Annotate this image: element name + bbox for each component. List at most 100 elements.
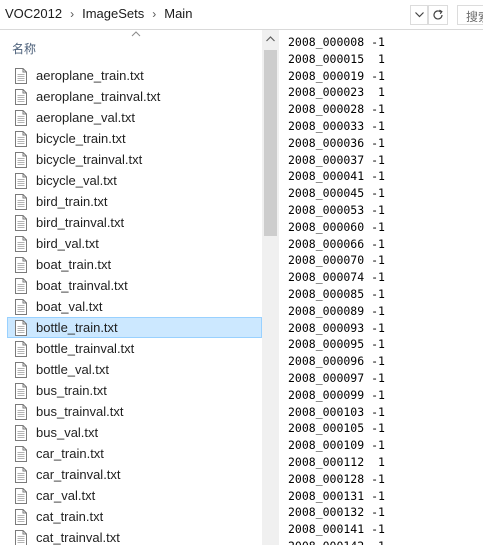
preview-text: 2008_000008 -1 2008_000015 1 2008_000019 -… — [288, 34, 385, 545]
file-name: boat_val.txt — [36, 299, 103, 314]
file-list-item[interactable]: car_trainval.txt — [7, 464, 262, 485]
file-name: car_val.txt — [36, 488, 96, 503]
preview-line: 2008_000096 -1 — [288, 354, 385, 369]
preview-line: 2008_000103 -1 — [288, 404, 385, 419]
preview-line: 2008_000112 1 — [288, 454, 385, 469]
preview-pane: 2008_000008 -1 2008_000015 1 2008_000019 -… — [279, 30, 483, 545]
file-name: bird_trainval.txt — [36, 215, 125, 230]
file-list-item[interactable]: bottle_train.txt — [7, 317, 262, 338]
breadcrumb-separator-icon[interactable]: › — [70, 7, 74, 21]
file-list-item[interactable]: aeroplane_train.txt — [7, 65, 262, 86]
preview-line: 2008_000097 -1 — [288, 370, 385, 385]
preview-line: 2008_000070 -1 — [288, 253, 385, 268]
text-file-icon — [15, 466, 27, 483]
breadcrumb-item-main[interactable]: Main — [163, 6, 193, 21]
sort-up-icon — [131, 31, 141, 37]
preview-line: 2008_000099 -1 — [288, 387, 385, 402]
file-list-item[interactable]: bottle_trainval.txt — [7, 338, 262, 359]
preview-line: 2008_000095 -1 — [288, 337, 385, 352]
address-dropdown-button[interactable] — [410, 5, 428, 25]
preview-line: 2008_000053 -1 — [288, 202, 385, 217]
file-name: bird_val.txt — [36, 236, 99, 251]
preview-line: 2008_000131 -1 — [288, 488, 385, 503]
file-name: bottle_train.txt — [36, 320, 118, 335]
preview-line: 2008_000060 -1 — [288, 219, 385, 234]
text-file-icon — [15, 445, 27, 462]
file-list-item[interactable]: car_train.txt — [7, 443, 262, 464]
file-list: aeroplane_train.txt aeroplane_trainval.tx… — [7, 65, 262, 545]
file-list-pane: 名称 aeroplane_train.txt aeroplane_trainval… — [0, 30, 262, 545]
search-input[interactable]: 搜索 — [457, 5, 483, 25]
file-name: bottle_val.txt — [36, 362, 109, 377]
text-file-icon — [15, 487, 27, 504]
refresh-button[interactable] — [428, 5, 448, 25]
file-list-item[interactable]: bus_val.txt — [7, 422, 262, 443]
preview-line: 2008_000089 -1 — [288, 303, 385, 318]
file-list-item[interactable]: bottle_val.txt — [7, 359, 262, 380]
breadcrumb-separator-icon[interactable]: › — [152, 7, 156, 21]
file-name: bus_val.txt — [36, 425, 99, 440]
breadcrumb-item-imagesets[interactable]: ImageSets — [81, 6, 145, 21]
file-list-item[interactable]: aeroplane_trainval.txt — [7, 86, 262, 107]
file-list-item[interactable]: bicycle_train.txt — [7, 128, 262, 149]
text-file-icon — [15, 277, 27, 294]
file-list-item[interactable]: boat_trainval.txt — [7, 275, 262, 296]
text-file-icon — [15, 235, 27, 252]
preview-line: 2008_000132 -1 — [288, 505, 385, 520]
file-list-item[interactable]: bus_trainval.txt — [7, 401, 262, 422]
file-list-item[interactable]: aeroplane_val.txt — [7, 107, 262, 128]
column-header-name[interactable]: 名称 — [0, 30, 262, 62]
file-list-item[interactable]: cat_trainval.txt — [7, 527, 262, 545]
preview-line: 2008_000008 -1 — [288, 35, 385, 49]
text-file-icon — [15, 67, 27, 84]
preview-line: 2008_000066 -1 — [288, 236, 385, 251]
file-name: cat_trainval.txt — [36, 530, 120, 545]
file-name: car_train.txt — [36, 446, 104, 461]
file-name: aeroplane_train.txt — [36, 68, 144, 83]
chevron-down-icon — [414, 12, 424, 18]
file-name: bicycle_train.txt — [36, 131, 126, 146]
file-list-item[interactable]: bird_val.txt — [7, 233, 262, 254]
file-list-item[interactable]: bird_train.txt — [7, 191, 262, 212]
preview-line: 2008_000109 -1 — [288, 438, 385, 453]
text-file-icon — [15, 151, 27, 168]
file-list-item[interactable]: bird_trainval.txt — [7, 212, 262, 233]
text-file-icon — [15, 172, 27, 189]
text-file-icon — [15, 508, 27, 525]
breadcrumb-item-voc2012[interactable]: VOC2012 — [4, 6, 63, 21]
preview-line: 2008_000036 -1 — [288, 135, 385, 150]
preview-line: 2008_000015 1 — [288, 51, 385, 66]
preview-line: 2008_000093 -1 — [288, 320, 385, 335]
preview-line: 2008_000041 -1 — [288, 169, 385, 184]
text-file-icon — [15, 361, 27, 378]
file-name: bicycle_trainval.txt — [36, 152, 143, 167]
vertical-scrollbar[interactable] — [262, 30, 279, 545]
file-list-item[interactable]: car_val.txt — [7, 485, 262, 506]
file-list-item[interactable]: bicycle_trainval.txt — [7, 149, 262, 170]
file-list-item[interactable]: bus_train.txt — [7, 380, 262, 401]
text-file-icon — [15, 424, 27, 441]
text-file-icon — [15, 403, 27, 420]
preview-line: 2008_000033 -1 — [288, 118, 385, 133]
file-name: cat_train.txt — [36, 509, 104, 524]
preview-line: 2008_000128 -1 — [288, 471, 385, 486]
scrollbar-thumb[interactable] — [264, 50, 277, 236]
file-name: bird_train.txt — [36, 194, 108, 209]
file-list-item[interactable]: bicycle_val.txt — [7, 170, 262, 191]
preview-line: 2008_000141 -1 — [288, 522, 385, 537]
file-list-item[interactable]: boat_train.txt — [7, 254, 262, 275]
file-list-item[interactable]: cat_train.txt — [7, 506, 262, 527]
text-file-icon — [15, 382, 27, 399]
text-file-icon — [15, 256, 27, 273]
file-list-item[interactable]: boat_val.txt — [7, 296, 262, 317]
file-name: bicycle_val.txt — [36, 173, 117, 188]
preview-line: 2008_000142 -1 — [288, 538, 385, 545]
file-name: aeroplane_trainval.txt — [36, 89, 161, 104]
text-file-icon — [15, 109, 27, 126]
text-file-icon — [15, 193, 27, 210]
file-name: aeroplane_val.txt — [36, 110, 136, 125]
preview-line: 2008_000037 -1 — [288, 152, 385, 167]
scroll-up-button[interactable] — [262, 30, 279, 47]
file-name: boat_trainval.txt — [36, 278, 128, 293]
address-bar[interactable]: VOC2012 › ImageSets › Main 搜索 — [0, 0, 483, 30]
